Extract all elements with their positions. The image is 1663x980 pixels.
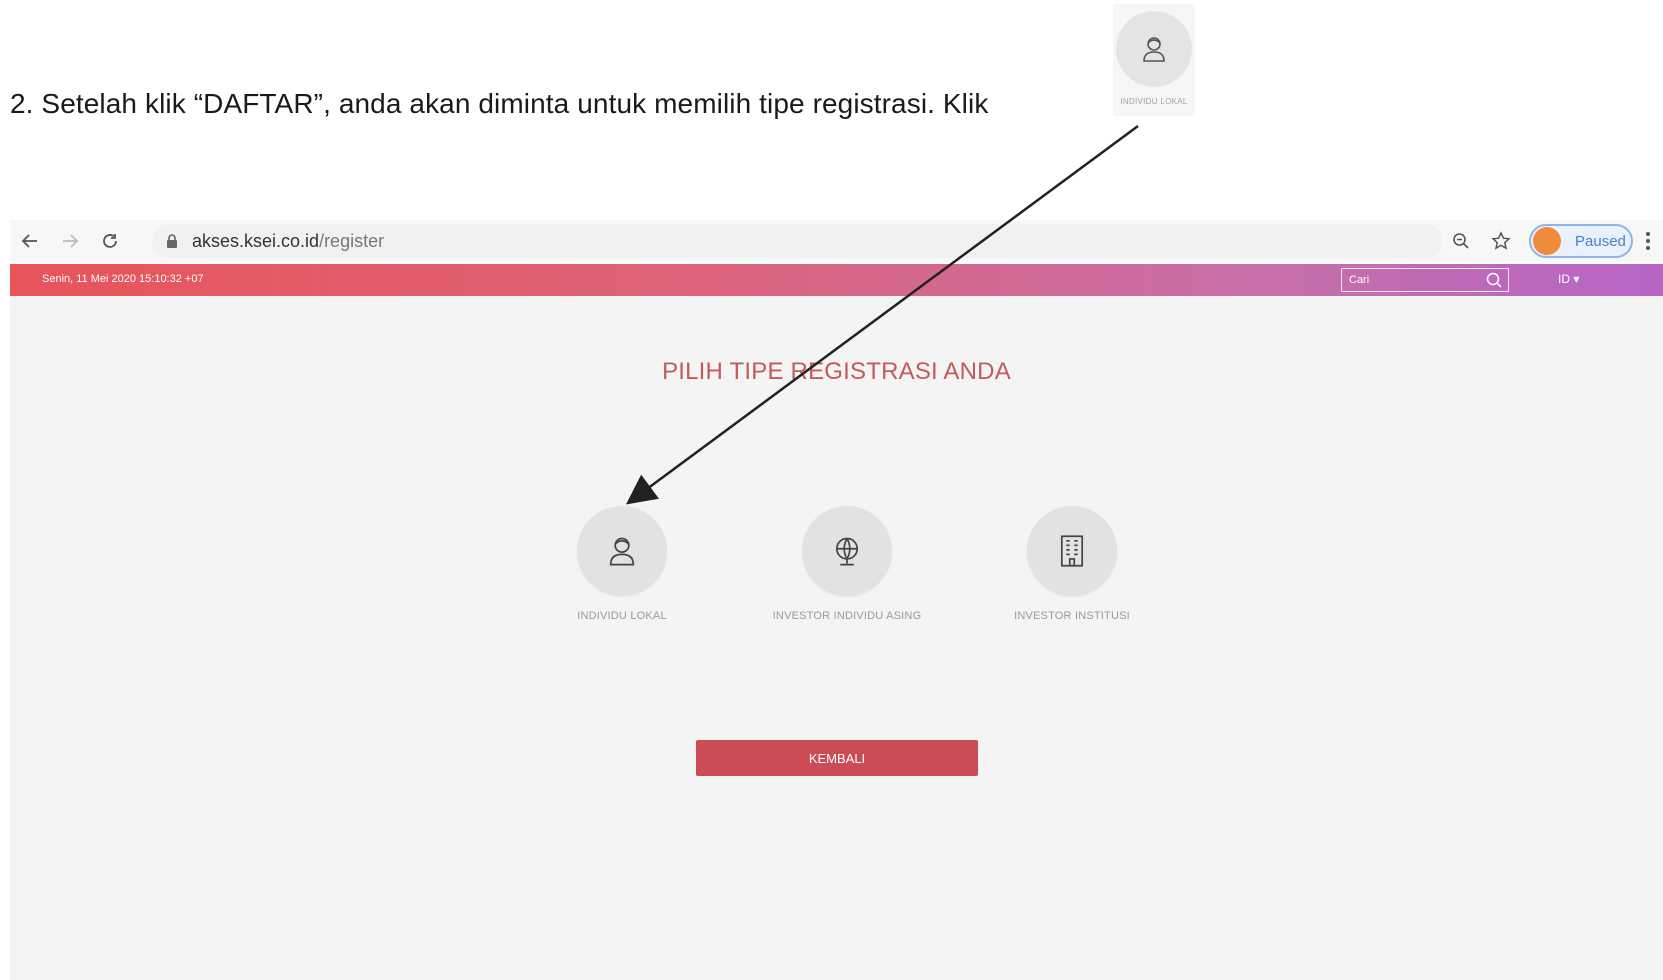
search-input[interactable] [1347,273,1481,287]
header-search [1341,268,1509,292]
globe-icon [835,537,859,566]
callout-label: INDIVIDU LOKAL [1120,97,1188,106]
option-label: INDIVIDU LOKAL [577,610,667,622]
language-selector[interactable]: ID ▾ [1558,272,1579,286]
zoom-button[interactable] [1441,221,1481,261]
forward-button[interactable] [50,221,90,261]
browser-toolbar: akses.ksei.co.id/register Paused [10,220,1663,262]
option-label: INVESTOR INSTITUSI [1014,610,1130,622]
profile-status: Paused [1575,232,1626,250]
url-text: akses.ksei.co.id/register [192,231,384,252]
option-investor-individu-asing[interactable]: INVESTOR INDIVIDU ASING [737,506,957,622]
callout-individu-lokal: INDIVIDU LOKAL [1113,4,1195,116]
site-header: Senin, 11 Mei 2020 15:10:32 +07 ID ▾ [10,264,1663,296]
star-icon [1491,231,1511,250]
option-circle[interactable] [802,506,892,596]
reload-icon [103,234,117,248]
kebab-menu-icon [1646,232,1650,250]
building-icon [1060,535,1084,567]
main-content: PILIH TIPE REGISTRASI ANDA INDIVIDU LOKA… [10,296,1663,980]
reload-button[interactable] [90,221,130,261]
address-bar[interactable]: akses.ksei.co.id/register [152,224,1442,258]
instruction-text: 2. Setelah klik “DAFTAR”, anda akan dimi… [10,88,989,119]
option-circle[interactable] [577,506,667,596]
callout-icon-circle [1116,11,1192,87]
back-button[interactable] [10,221,50,261]
toolbar-right: Paused [1441,220,1663,262]
browser-menu-button[interactable] [1633,221,1663,261]
bookmark-button[interactable] [1481,221,1521,261]
option-label: INVESTOR INDIVIDU ASING [772,610,922,622]
person-icon [609,537,635,566]
option-investor-institusi[interactable]: INVESTOR INSTITUSI [962,506,1182,622]
page-title: PILIH TIPE REGISTRASI ANDA [662,358,1011,385]
header-date: Senin, 11 Mei 2020 15:10:32 +07 [42,273,204,285]
url-path: /register [319,230,385,251]
back-arrow-icon [21,234,37,248]
option-circle[interactable] [1027,506,1117,596]
forward-arrow-icon [63,234,79,248]
avatar [1533,227,1561,255]
search-icon[interactable] [1486,272,1502,288]
zoom-icon [1453,233,1469,249]
option-individu-lokal[interactable]: INDIVIDU LOKAL [512,506,732,622]
person-icon [1143,37,1165,62]
lock-icon [166,233,182,249]
url-host: akses.ksei.co.id [192,230,320,251]
back-button-kembali[interactable]: KEMBALI [696,740,978,776]
profile-paused-button[interactable]: Paused [1529,224,1633,258]
